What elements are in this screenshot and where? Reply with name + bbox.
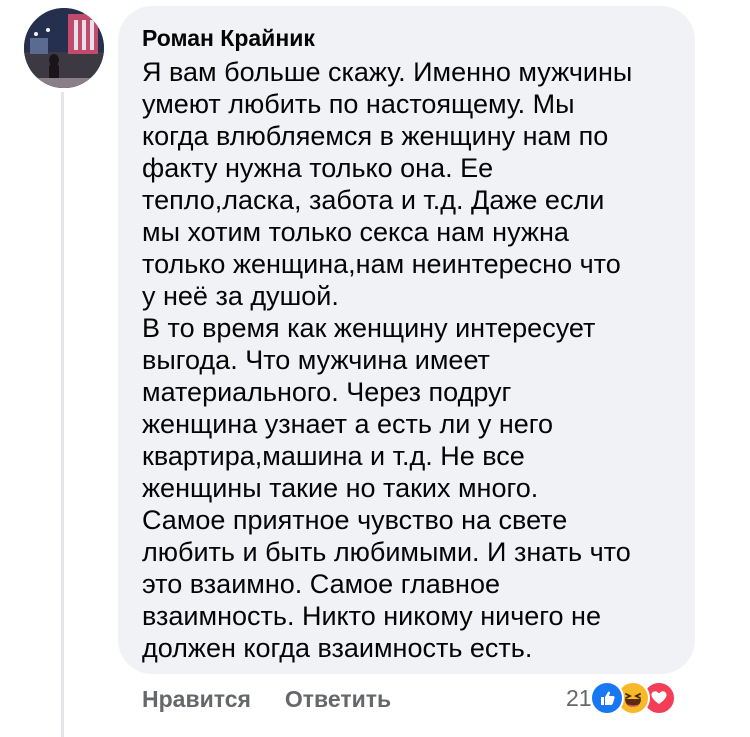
comment-line: должен когда взаимность есть.	[142, 633, 533, 663]
comment-line: мы хотим только секса нам нужна	[142, 217, 569, 247]
like-button[interactable]: Нравится	[142, 686, 251, 713]
comment-author[interactable]: Роман Крайник	[142, 24, 671, 52]
avatar[interactable]	[24, 8, 104, 88]
comment-line: В то время как женщину интересует	[142, 313, 596, 343]
avatar-image	[24, 8, 104, 88]
reaction-count: 21	[566, 684, 592, 711]
comment-line: любить и быть любимыми. И знать что	[142, 537, 631, 567]
comment-line: когда влюбляемся в женщину нам по	[142, 121, 609, 151]
comment-line: взаимность. Никто никому ничего не	[142, 601, 601, 631]
like-icon	[589, 681, 624, 715]
comment-line: факту нужна только она. Ее	[142, 153, 494, 183]
comment-line: женщины такие но таких много.	[142, 473, 539, 503]
comment-line: Самое приятное чувство на свете	[142, 505, 568, 535]
comment-text: Я вам больше скажу. Именно мужчины умеют …	[142, 56, 671, 664]
comment-line: выгода. Что мужчина имеет	[142, 345, 490, 375]
comment-actions: Нравится Ответить	[142, 683, 391, 715]
comment-line: это взаимно. Самое главное	[142, 569, 501, 599]
comment-line: умеют любить по настоящему. Мы	[142, 89, 575, 119]
reactions-summary[interactable]: 21	[566, 681, 676, 715]
comment-line: тепло,ласка, забота и т.д. Даже если	[142, 185, 605, 215]
comment-line: материального. Через подруг	[142, 377, 512, 407]
comment-bubble: Роман Крайник Я вам больше скажу. Именно…	[118, 6, 695, 674]
comment-line: Я вам больше скажу. Именно мужчины	[142, 57, 633, 87]
comment-line: только женщина,нам неинтересно что	[142, 249, 621, 279]
comment-line: женщина узнает а есть ли у него	[142, 409, 554, 439]
comment-line: квартира,машина и т.д. Не все	[142, 441, 525, 471]
thread-line	[61, 92, 64, 737]
comment-line: у неё за душой.	[142, 281, 339, 311]
reply-button[interactable]: Ответить	[285, 686, 391, 713]
